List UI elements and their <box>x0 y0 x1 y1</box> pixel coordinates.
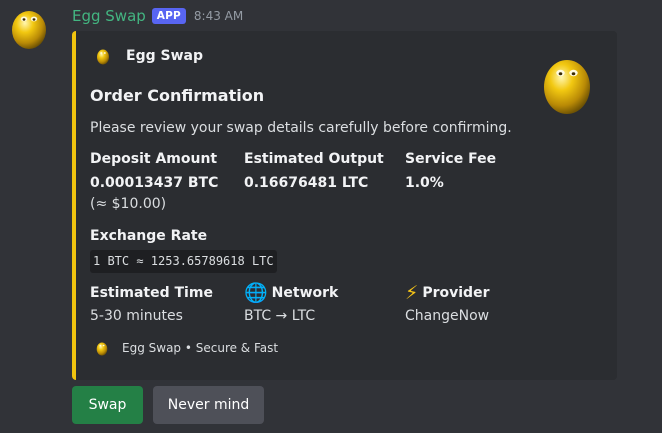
field-exchange-rate: Exchange Rate 1 BTC ≈ 1253.65789618 LTC <box>90 228 277 273</box>
field-name: ⚡ Provider <box>405 283 489 303</box>
bot-name[interactable]: Egg Swap <box>72 7 146 25</box>
time-value: 5-30 minutes <box>90 308 183 324</box>
egg-thumbnail-icon[interactable] <box>543 53 591 115</box>
field-name: Estimated Time <box>90 285 213 301</box>
embed-footer: Egg Swap • Secure & Fast <box>96 340 278 356</box>
field-value: 0.00013437 BTC (≈ $10.00) <box>90 173 218 215</box>
network-value: BTC → LTC <box>244 308 316 324</box>
field-name: Estimated Output <box>244 151 384 167</box>
egg-footer-icon <box>96 342 108 356</box>
network-label: Network <box>271 285 339 301</box>
provider-value: ChangeNow <box>405 308 490 324</box>
egg-author-icon <box>97 49 109 65</box>
field-estimated-output: Estimated Output 0.16676481 LTC <box>244 151 384 194</box>
field-name: 🌐 Network <box>244 283 338 303</box>
lightning-icon: ⚡ <box>405 281 419 304</box>
order-embed: Egg Swap Order Confirmation Please revie… <box>72 31 617 380</box>
never-mind-button[interactable]: Never mind <box>153 386 264 424</box>
field-provider: ⚡ Provider ChangeNow <box>405 283 489 327</box>
field-name: Exchange Rate <box>90 228 208 244</box>
embed-author-name: Egg Swap <box>126 48 203 64</box>
field-name: Deposit Amount <box>90 151 218 167</box>
exchange-rate-code: 1 BTC ≈ 1253.65789618 LTC <box>90 250 277 273</box>
embed-author: Egg Swap <box>96 47 203 65</box>
message-timestamp: 8:43 AM <box>193 9 244 23</box>
field-network: 🌐 Network BTC → LTC <box>244 283 338 327</box>
field-name: Service Fee <box>405 151 497 167</box>
field-deposit-amount: Deposit Amount 0.00013437 BTC (≈ $10.00) <box>90 151 218 215</box>
embed-title: Order Confirmation <box>90 86 265 105</box>
swap-button[interactable]: Swap <box>72 386 143 424</box>
embed-description: Please review your swap details carefull… <box>90 120 512 136</box>
provider-label: Provider <box>422 285 490 301</box>
deposit-value: 0.00013437 BTC <box>90 175 219 191</box>
globe-icon: 🌐 <box>244 281 268 304</box>
golden-egg-icon <box>12 11 46 49</box>
app-badge: APP <box>151 8 186 24</box>
message-header: Egg Swap APP 8:43 AM <box>72 5 243 27</box>
deposit-usd-value: (≈ $10.00) <box>90 196 167 212</box>
fee-value: 1.0% <box>405 175 444 191</box>
bot-avatar[interactable] <box>9 6 49 50</box>
output-value: 0.16676481 LTC <box>244 175 369 191</box>
field-estimated-time: Estimated Time 5-30 minutes <box>90 283 213 327</box>
footer-text: Egg Swap • Secure & Fast <box>122 341 279 355</box>
field-service-fee: Service Fee 1.0% <box>405 151 496 194</box>
